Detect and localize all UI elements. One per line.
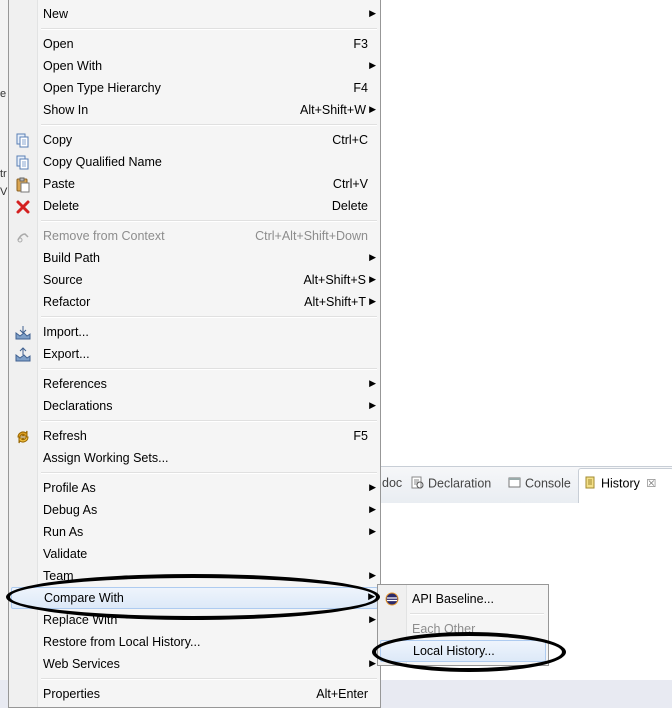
menu-item-copy-qualified-name[interactable]: Copy Qualified Name — [11, 151, 378, 173]
api-baseline-icon — [384, 591, 400, 607]
menu-item-copy[interactable]: Copy Ctrl+C — [11, 129, 378, 151]
menu-item-refactor[interactable]: Refactor Alt+Shift+T ▶ — [11, 291, 378, 313]
menu-separator — [41, 368, 377, 370]
menu-item-show-in[interactable]: Show In Alt+Shift+W ▶ — [11, 99, 378, 121]
submenu-arrow-icon: ▶ — [369, 482, 376, 492]
copy-qualified-name-icon — [15, 155, 31, 171]
menu-separator — [410, 613, 544, 615]
menu-item-open[interactable]: Open F3 — [11, 33, 378, 55]
menu-item-source[interactable]: Source Alt+Shift+S ▶ — [11, 269, 378, 291]
submenu-arrow-icon: ▶ — [369, 614, 376, 624]
annotation-oval-local-history — [372, 632, 566, 672]
declaration-icon — [411, 476, 424, 492]
menu-separator — [41, 28, 377, 30]
menu-item-assign-working-sets[interactable]: Assign Working Sets... — [11, 447, 378, 469]
menu-item-run-as[interactable]: Run As ▶ — [11, 521, 378, 543]
submenu-arrow-icon: ▶ — [369, 104, 376, 114]
menu-item-remove-from-context: Remove from Context Ctrl+Alt+Shift+Down — [11, 225, 378, 247]
history-icon — [584, 476, 597, 492]
menu-item-delete[interactable]: Delete Delete — [11, 195, 378, 217]
menu-item-open-type-hierarchy[interactable]: Open Type Hierarchy F4 — [11, 77, 378, 99]
menu-separator — [41, 316, 377, 318]
submenu-arrow-icon: ▶ — [369, 8, 376, 18]
menu-item-paste[interactable]: Paste Ctrl+V — [11, 173, 378, 195]
background-text-fragment: e — [0, 88, 7, 100]
menu-separator — [41, 124, 377, 126]
submenu-arrow-icon: ▶ — [369, 252, 376, 262]
menu-separator — [41, 220, 377, 222]
menu-item-build-path[interactable]: Build Path ▶ — [11, 247, 378, 269]
menu-item-open-with[interactable]: Open With ▶ — [11, 55, 378, 77]
close-icon[interactable]: ☒ — [646, 478, 656, 490]
delete-icon — [15, 199, 31, 215]
menu-item-restore-from-local-history[interactable]: Restore from Local History... — [11, 631, 378, 653]
submenu-arrow-icon: ▶ — [369, 274, 376, 284]
menu-item-validate[interactable]: Validate — [11, 543, 378, 565]
tab-console[interactable]: Console — [508, 476, 571, 492]
refresh-icon — [15, 429, 31, 445]
menu-item-new[interactable]: New ▶ — [11, 3, 378, 25]
submenu-arrow-icon: ▶ — [369, 296, 376, 306]
submenu-arrow-icon: ▶ — [369, 570, 376, 580]
export-icon — [15, 347, 31, 363]
submenu-arrow-icon: ▶ — [369, 526, 376, 536]
background-text-fragment: tr — [0, 168, 7, 180]
submenu-arrow-icon: ▶ — [369, 400, 376, 410]
tab-declaration[interactable]: Declaration — [411, 476, 491, 492]
console-icon — [508, 476, 521, 492]
copy-icon — [15, 133, 31, 149]
submenu-arrow-icon: ▶ — [369, 658, 376, 668]
submenu-arrow-icon: ▶ — [369, 378, 376, 388]
paste-icon — [15, 177, 31, 193]
tab-history[interactable]: History ☒ — [584, 476, 656, 492]
menu-item-references[interactable]: References ▶ — [11, 373, 378, 395]
background-editor-edge — [0, 0, 8, 708]
menu-separator — [41, 420, 377, 422]
menu-item-properties[interactable]: Properties Alt+Enter — [11, 683, 378, 705]
menu-item-export[interactable]: Export... — [11, 343, 378, 365]
tab-javadoc[interactable]: doc — [382, 476, 402, 490]
menu-item-web-services[interactable]: Web Services ▶ — [11, 653, 378, 675]
submenu-item-api-baseline[interactable]: API Baseline... — [380, 588, 546, 610]
menu-separator — [41, 678, 377, 680]
menu-item-import[interactable]: Import... — [11, 321, 378, 343]
menu-item-declarations[interactable]: Declarations ▶ — [11, 395, 378, 417]
submenu-arrow-icon: ▶ — [369, 504, 376, 514]
menu-item-debug-as[interactable]: Debug As ▶ — [11, 499, 378, 521]
import-icon — [15, 325, 31, 341]
submenu-arrow-icon: ▶ — [369, 60, 376, 70]
annotation-oval-compare-with — [6, 574, 380, 620]
menu-item-profile-as[interactable]: Profile As ▶ — [11, 477, 378, 499]
background-text-fragment: V — [0, 186, 8, 198]
remove-from-context-icon — [15, 229, 31, 245]
menu-separator — [41, 472, 377, 474]
menu-item-refresh[interactable]: Refresh F5 — [11, 425, 378, 447]
